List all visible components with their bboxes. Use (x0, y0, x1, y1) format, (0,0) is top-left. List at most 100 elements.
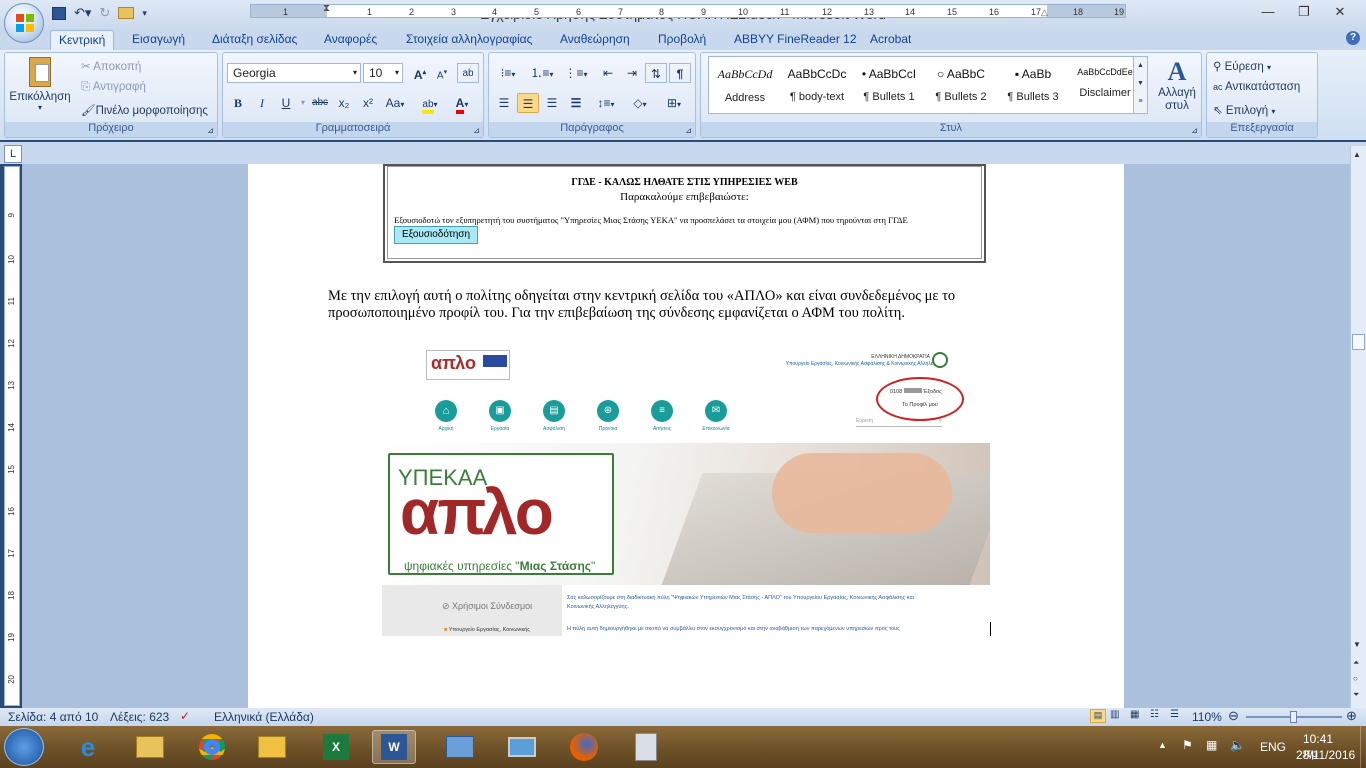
vertical-scrollbar[interactable]: ▲ ▼ ⏶ ○ ⏷ (1350, 146, 1366, 708)
shrink-font-button[interactable]: A▾ (431, 63, 453, 83)
web-layout-icon[interactable]: ▦ (1130, 709, 1146, 723)
superscript-button[interactable]: x² (357, 93, 379, 113)
speaker-icon[interactable]: 🔈 (1230, 738, 1245, 752)
print-layout-icon[interactable]: ▤ (1090, 709, 1106, 723)
zoom-out-icon[interactable]: ⊖ (1228, 708, 1239, 724)
right-indent-marker-icon[interactable]: △ (1041, 7, 1048, 18)
strikethrough-button[interactable]: abc (309, 93, 331, 113)
style-bullets-2[interactable]: ○ AaBbC ¶ Bullets 2 (925, 57, 997, 113)
zoom-slider-thumb[interactable] (1290, 711, 1297, 723)
tab-abbyy[interactable]: ABBYY FineReader 12 (726, 30, 865, 50)
close-button[interactable]: ✕ (1322, 2, 1358, 24)
copy-button[interactable]: ⎘ Αντιγραφή (81, 81, 146, 94)
dialog-launcher-icon[interactable]: ⊿ (473, 126, 480, 135)
subscript-button[interactable]: x₂ (333, 93, 355, 113)
borders-icon[interactable]: ⊞▾ (659, 93, 689, 113)
select-button[interactable]: ⇖ Επιλογή ▾ (1213, 103, 1275, 117)
tab-home[interactable]: Κεντρική (50, 30, 115, 50)
next-page-icon[interactable]: ⏷ (1353, 690, 1359, 700)
bullets-icon[interactable]: ⁝≡▾ (493, 63, 523, 83)
indent-marker-icon[interactable]: ⧗ (323, 3, 330, 14)
spellcheck-icon[interactable]: ✓ (180, 709, 190, 723)
align-center-icon[interactable]: ☰ (517, 93, 539, 113)
style-bullets-3[interactable]: ▪ AaBb ¶ Bullets 3 (997, 57, 1069, 113)
scroll-thumb[interactable] (1352, 334, 1365, 350)
office-button[interactable] (4, 3, 44, 43)
numbering-icon[interactable]: ⒈≡▾ (527, 63, 557, 83)
tab-acrobat[interactable]: Acrobat (862, 30, 919, 50)
excel-icon[interactable]: X (314, 730, 358, 764)
style-bullets-1[interactable]: • AaBbCcI ¶ Bullets 1 (853, 57, 925, 113)
ie-icon[interactable]: e (66, 730, 110, 764)
scroll-up-icon[interactable]: ▲ (1353, 150, 1361, 159)
format-painter-button[interactable]: 🖌Πινέλο μορφοποίησης (81, 103, 208, 117)
paste-dropdown-icon[interactable]: ▾ (9, 103, 71, 112)
line-spacing-icon[interactable]: ↕≡▾ (591, 93, 621, 113)
style-body-text[interactable]: AaBbCcDc ¶ body-text (781, 57, 853, 113)
shading-icon[interactable]: ◇▾ (625, 93, 655, 113)
start-button[interactable] (4, 728, 44, 766)
flag-icon[interactable]: ⚑ (1182, 738, 1193, 752)
tab-review[interactable]: Αναθεώρηση (552, 30, 638, 50)
styles-scroll[interactable]: ▲ ▼ ≡ (1133, 57, 1147, 113)
outlook-icon[interactable] (250, 730, 294, 764)
tab-mailings[interactable]: Στοιχεία αλληλογραφίας (398, 30, 540, 50)
explorer-icon[interactable] (128, 730, 172, 764)
multilevel-list-icon[interactable]: ⋮≡▾ (561, 63, 591, 83)
horizontal-ruler[interactable]: 1 1 2 3 4 5 6 7 8 9 10 11 12 13 14 15 16… (250, 3, 1126, 18)
dialog-launcher-icon[interactable]: ⊿ (207, 126, 214, 135)
zoom-in-icon[interactable]: ⊕ (1346, 708, 1357, 724)
page-count[interactable]: Σελίδα: 4 από 10 (8, 710, 98, 724)
font-color-button[interactable]: A▾ (447, 93, 477, 114)
firefox-icon[interactable] (562, 730, 606, 764)
help-icon[interactable]: ? (1346, 31, 1360, 45)
highlight-button[interactable]: ab▾ (415, 93, 445, 114)
monitor-icon[interactable] (500, 730, 544, 764)
scroll-down-icon[interactable]: ▼ (1353, 640, 1361, 649)
word-count[interactable]: Λέξεις: 623 (110, 710, 169, 724)
replace-button[interactable]: ac Αντικατάσταση (1213, 81, 1300, 93)
remote-desktop-icon[interactable] (438, 730, 482, 764)
input-language[interactable]: ENG (1260, 740, 1286, 754)
zoom-level[interactable]: 110% (1192, 710, 1222, 724)
align-left-icon[interactable]: ☰ (493, 93, 515, 113)
underline-button[interactable]: U (275, 93, 297, 113)
bold-button[interactable]: B (227, 93, 249, 113)
italic-button[interactable]: I (251, 93, 273, 113)
tab-view[interactable]: Προβολή (650, 30, 714, 50)
font-size-field[interactable]: 10 ▾ (363, 63, 403, 83)
tray-expand-icon[interactable]: ▲ (1158, 740, 1167, 750)
paste-button[interactable]: Επικόλληση ▾ (9, 55, 71, 119)
browse-object-icon[interactable]: ○ (1353, 674, 1358, 683)
tab-references[interactable]: Αναφορές (316, 30, 385, 50)
dialog-launcher-icon[interactable]: ⊿ (685, 126, 692, 135)
style-disclaimer[interactable]: AaBbCcDdEe Disclaimer (1069, 57, 1141, 113)
tab-page-layout[interactable]: Διάταξη σελίδας (204, 30, 305, 50)
clear-formatting-icon[interactable]: ab (457, 63, 479, 83)
outline-icon[interactable]: ☷ (1150, 709, 1166, 723)
grow-font-button[interactable]: A▴ (409, 63, 431, 83)
find-button[interactable]: ⚲ Εύρεση ▾ (1213, 59, 1271, 73)
justify-icon[interactable]: ☰ (565, 93, 587, 113)
align-right-icon[interactable]: ☰ (541, 93, 563, 113)
full-screen-reading-icon[interactable]: ▥ (1110, 709, 1126, 723)
change-case-button[interactable]: Aa▾ (381, 93, 409, 113)
clock-date[interactable]: 28/11/2016 (1296, 748, 1355, 762)
network-icon[interactable]: ▦ (1206, 738, 1217, 752)
font-name-field[interactable]: Georgia ▾ (227, 63, 361, 83)
tab-selector[interactable]: L (4, 145, 22, 163)
word-icon[interactable]: W (372, 730, 416, 764)
vertical-ruler[interactable]: 9 10 11 12 13 14 15 16 17 18 19 20 (4, 166, 20, 706)
calculator-icon[interactable] (624, 730, 668, 764)
chrome-icon[interactable] (190, 730, 234, 764)
language-indicator[interactable]: Ελληνικά (Ελλάδα) (214, 710, 314, 724)
show-marks-icon[interactable]: ¶ (669, 63, 691, 83)
underline-dropdown-icon[interactable]: ▾ (297, 93, 309, 113)
maximize-button[interactable]: ❐ (1286, 2, 1322, 24)
minimize-button[interactable]: — (1250, 2, 1286, 24)
tab-insert[interactable]: Εισαγωγή (124, 30, 193, 50)
dialog-launcher-icon[interactable]: ⊿ (1191, 126, 1198, 135)
style-address[interactable]: AaBbCcDd Address (709, 57, 781, 113)
decrease-indent-icon[interactable]: ⇤ (597, 63, 619, 83)
draft-icon[interactable]: ☰ (1170, 709, 1186, 723)
